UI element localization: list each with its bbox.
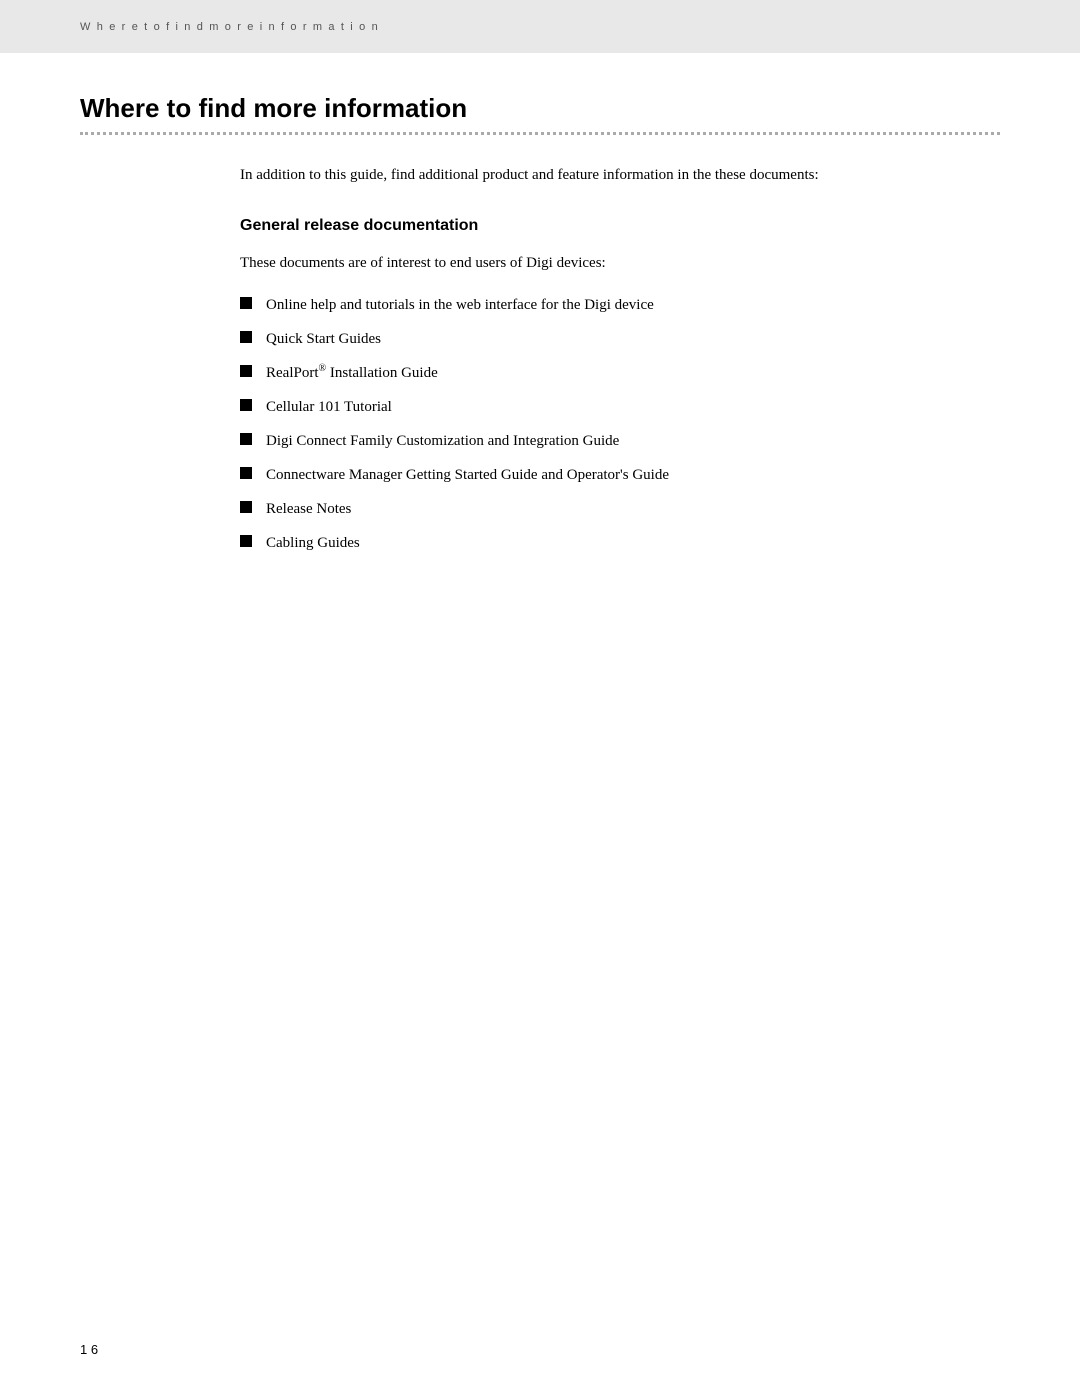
list-item: Online help and tutorials in the web int…: [240, 293, 1000, 317]
header-bar-text: W h e r e t o f i n d m o r e i n f o r …: [80, 21, 379, 33]
bullet-list: Online help and tutorials in the web int…: [240, 293, 1000, 555]
bullet-item-text: Quick Start Guides: [266, 327, 1000, 351]
list-item: Cellular 101 Tutorial: [240, 395, 1000, 419]
body-paragraph: These documents are of interest to end u…: [240, 251, 1000, 275]
bullet-icon: [240, 535, 252, 547]
list-item: Connectware Manager Getting Started Guid…: [240, 463, 1000, 487]
intro-paragraph: In addition to this guide, find addition…: [240, 163, 1000, 187]
subsection-heading: General release documentation: [240, 217, 1000, 235]
header-bar: W h e r e t o f i n d m o r e i n f o r …: [0, 0, 1080, 53]
main-content: Where to find more information In additi…: [0, 53, 1080, 645]
bullet-item-text: RealPort® Installation Guide: [266, 361, 1000, 385]
list-item: Release Notes: [240, 497, 1000, 521]
page-number: 1 6: [80, 1342, 98, 1357]
bullet-item-text: Cellular 101 Tutorial: [266, 395, 1000, 419]
bullet-item-text: Release Notes: [266, 497, 1000, 521]
bullet-item-text: Cabling Guides: [266, 531, 1000, 555]
bullet-icon: [240, 501, 252, 513]
bullet-icon: [240, 433, 252, 445]
section-title: Where to find more information: [80, 93, 1000, 124]
bullet-item-text: Online help and tutorials in the web int…: [266, 293, 1000, 317]
bullet-icon: [240, 467, 252, 479]
page: W h e r e t o f i n d m o r e i n f o r …: [0, 0, 1080, 1397]
bullet-item-text: Connectware Manager Getting Started Guid…: [266, 463, 1000, 487]
bullet-icon: [240, 365, 252, 377]
bullet-icon: [240, 331, 252, 343]
bullet-icon: [240, 399, 252, 411]
list-item: Quick Start Guides: [240, 327, 1000, 351]
list-item: Cabling Guides: [240, 531, 1000, 555]
bullet-icon: [240, 297, 252, 309]
bullet-item-text: Digi Connect Family Customization and In…: [266, 429, 1000, 453]
section-divider: [80, 132, 1000, 135]
list-item: RealPort® Installation Guide: [240, 361, 1000, 385]
list-item: Digi Connect Family Customization and In…: [240, 429, 1000, 453]
